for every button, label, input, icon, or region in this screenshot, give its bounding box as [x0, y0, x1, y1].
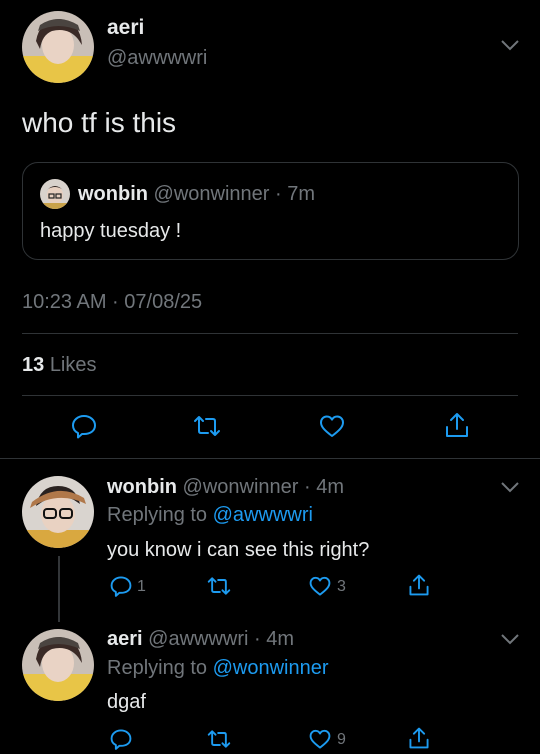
- divider: [22, 395, 518, 396]
- chevron-down-icon[interactable]: [500, 38, 520, 57]
- avatar-aeri[interactable]: [22, 11, 94, 83]
- like-button[interactable]: [318, 412, 346, 445]
- author-handle[interactable]: @awwwwri: [107, 47, 207, 70]
- divider: [22, 333, 518, 334]
- quote-author-handle: @wonwinner: [153, 183, 270, 205]
- like-button[interactable]: [308, 574, 332, 603]
- like-button[interactable]: [308, 727, 332, 754]
- reply-author-handle[interactable]: @awwwwri: [148, 628, 248, 650]
- share-button[interactable]: [407, 725, 431, 754]
- retweet-button[interactable]: [206, 727, 232, 754]
- reply-header: aeri @awwwwri · 4m: [107, 628, 294, 651]
- reply-icon: [110, 729, 132, 750]
- reply-button[interactable]: [70, 412, 98, 445]
- reply-text: dgaf: [107, 691, 146, 713]
- chevron-down-icon[interactable]: [500, 480, 520, 499]
- chevron-down-icon[interactable]: [500, 632, 520, 651]
- retweet-button[interactable]: [192, 412, 222, 445]
- divider: [0, 458, 540, 459]
- replying-to-label: Replying to: [107, 504, 208, 526]
- replying-to: Replying to @wonwinner: [107, 657, 329, 680]
- quote-time: · 7m: [275, 183, 316, 205]
- like-count: 3: [337, 578, 346, 595]
- reply-author-name[interactable]: wonbin: [107, 476, 177, 498]
- share-button[interactable]: [443, 410, 471, 445]
- tweet-text: who tf is this: [22, 107, 177, 138]
- replying-to-link[interactable]: @wonwinner: [213, 657, 329, 679]
- like-icon: [309, 576, 331, 596]
- reply-time: · 4m: [254, 628, 295, 650]
- reply-button[interactable]: [109, 574, 133, 603]
- retweet-icon: [207, 577, 231, 595]
- like-icon: [320, 415, 344, 437]
- retweet-button[interactable]: [206, 574, 232, 603]
- likes-label: Likes: [49, 354, 97, 376]
- reply-count: 1: [137, 578, 146, 595]
- quote-tweet-card[interactable]: wonbin @wonwinner · 7m happy tuesday !: [22, 162, 519, 260]
- quote-avatar: [40, 179, 70, 209]
- retweet-icon: [207, 730, 231, 748]
- like-count: 9: [337, 731, 346, 748]
- reply-button[interactable]: [109, 727, 133, 754]
- reply-header: wonbin @wonwinner · 4m: [107, 476, 344, 499]
- reply-icon: [110, 576, 132, 597]
- author-name[interactable]: aeri: [107, 16, 144, 40]
- share-icon: [409, 727, 429, 749]
- share-icon: [446, 413, 468, 437]
- reply-icon: [72, 415, 96, 439]
- reply-author-handle[interactable]: @wonwinner: [183, 476, 299, 498]
- quote-text: happy tuesday !: [40, 220, 182, 242]
- retweet-icon: [194, 416, 220, 436]
- reply-text: you know i can see this right?: [107, 539, 370, 561]
- avatar-aeri[interactable]: [22, 629, 94, 701]
- reply-time: · 4m: [304, 476, 345, 498]
- replying-to: Replying to @awwwwri: [107, 504, 313, 527]
- thread-line: [58, 556, 60, 622]
- quote-author-name: wonbin: [78, 183, 148, 205]
- share-icon: [409, 574, 429, 596]
- like-icon: [309, 729, 331, 749]
- reply-author-name[interactable]: aeri: [107, 628, 143, 650]
- likes-row[interactable]: 13 Likes: [22, 354, 97, 377]
- avatar-wonbin[interactable]: [22, 476, 94, 548]
- quote-header: wonbin @wonwinner · 7m: [78, 183, 315, 206]
- likes-count: 13: [22, 354, 45, 376]
- replying-to-link[interactable]: @awwwwri: [213, 504, 313, 526]
- tweet-timestamp: 10:23 AM · 07/08/25: [22, 291, 203, 313]
- share-button[interactable]: [407, 572, 431, 603]
- replying-to-label: Replying to: [107, 657, 208, 679]
